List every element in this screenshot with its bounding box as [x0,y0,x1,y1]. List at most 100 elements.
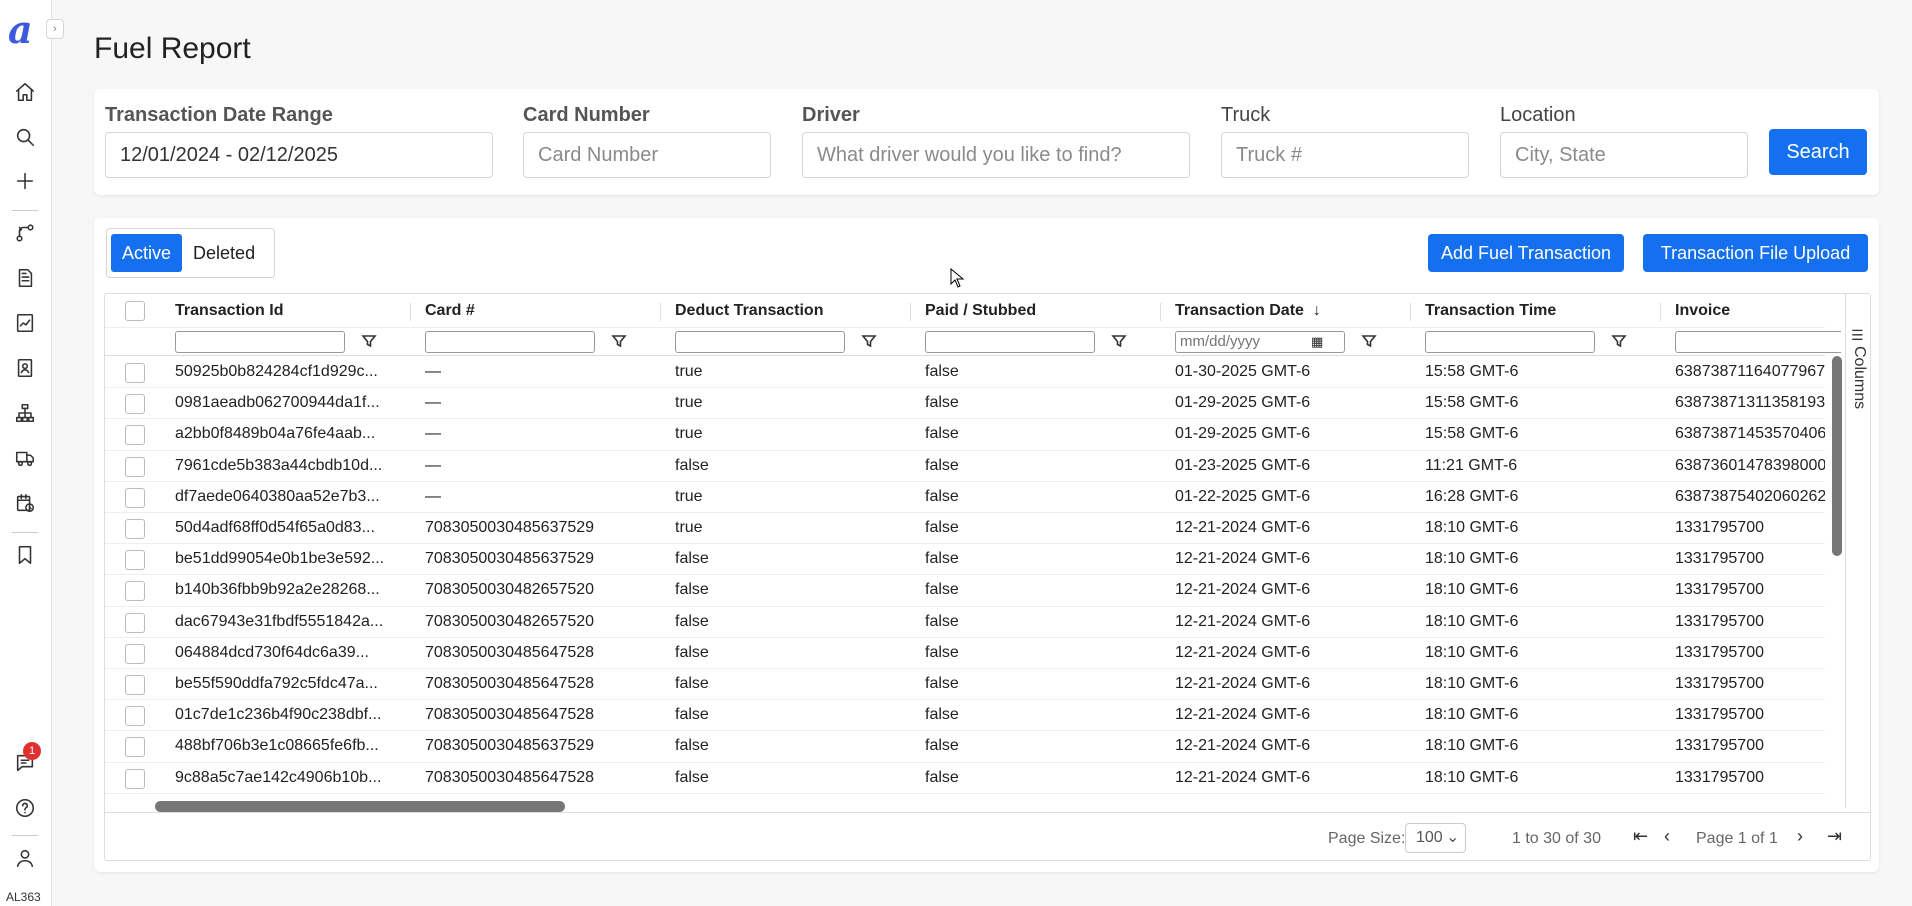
column-filter-input[interactable] [1425,330,1595,353]
card-number-input[interactable] [523,132,771,178]
vertical-scrollbar[interactable] [1832,356,1842,556]
expand-sidebar-button[interactable]: › [46,19,64,39]
home-icon[interactable] [12,79,38,105]
column-header-paid-stubbed[interactable]: Paid / Stubbed [911,294,1161,327]
sort-descending-icon: ↓ [1312,301,1321,319]
column-header-transaction-date[interactable]: Transaction Date ↓ [1161,294,1411,327]
date-range-input[interactable] [105,132,493,178]
user-icon[interactable] [12,845,38,871]
row-checkbox[interactable] [125,425,145,446]
table-row[interactable]: be51dd99054e0b1be3e592... 708305003048563… [105,544,1825,576]
table-row[interactable]: 50d4adf68ff0d54f65a0d83... 70830500304856… [105,513,1825,545]
route-icon[interactable] [12,220,38,246]
row-checkbox[interactable] [125,550,145,571]
plus-icon[interactable] [12,168,38,194]
bookmark-icon[interactable] [12,542,38,568]
table-row[interactable]: 0981aeadb062700944da1f... — true false 01-29… [105,388,1825,420]
column-header-label: Transaction Id [175,301,284,319]
table-row[interactable]: 50925b0b824284cf1d929c... — true false 01-30… [105,357,1825,389]
table-row[interactable]: a2bb0f8489b04a76fe4aab... — true false 01-29… [105,419,1825,451]
table-row[interactable]: 9c88a5c7ae142c4906b10b... 708305003048564… [105,763,1825,794]
filter-icon[interactable] [1611,333,1629,351]
column-filter-input[interactable] [675,330,845,353]
filter-icon[interactable] [361,333,379,351]
search-button[interactable]: Search [1769,129,1867,175]
calendar-icon[interactable]: ▦ [1311,334,1323,350]
report-icon[interactable] [12,310,38,336]
help-icon[interactable] [12,795,38,821]
transaction-file-upload-button[interactable]: Transaction File Upload [1643,234,1868,272]
column-filter-input[interactable] [425,330,595,353]
previous-page-icon[interactable]: ‹ [1664,826,1670,847]
column-filter-input[interactable] [175,330,345,353]
last-page-icon[interactable]: ⇥ [1827,826,1842,847]
table-row[interactable]: 064884dcd730f64dc6a39... 7083050030485647… [105,638,1825,669]
column-header-invoice[interactable]: Invoice [1661,294,1841,327]
column-header-card[interactable]: Card # [411,294,661,327]
document-icon[interactable] [12,265,38,291]
truck-icon[interactable] [12,445,38,471]
table-row[interactable]: 01c7de1c236b4f90c238dbf... 70830500304856… [105,700,1825,732]
account-code: AL363 [6,890,41,904]
table-row[interactable]: dac67943e31fbdf5551842a... 70830500304826… [105,607,1825,638]
cell-paid-stubbed: false [925,706,959,724]
search-icon[interactable] [12,124,38,150]
cell-deduct-transaction: false [675,612,709,630]
row-checkbox[interactable] [125,643,145,664]
row-checkbox[interactable] [125,363,145,383]
cell-transaction-id: dac67943e31fbdf5551842a... [175,612,384,630]
cell-invoice: 1331795700 [1675,550,1764,568]
contacts-icon[interactable] [12,355,38,381]
column-filter-input[interactable] [925,330,1095,353]
location-input[interactable] [1500,132,1748,178]
table-row[interactable]: b140b36fbb9b92a2e28268... 708305003048265… [105,575,1825,607]
row-checkbox[interactable] [125,456,145,477]
column-header-transaction-time[interactable]: Transaction Time [1411,294,1661,327]
row-checkbox[interactable] [125,768,145,789]
table-row[interactable]: 488bf706b3e1c08665fe6fb... 70830500304856… [105,731,1825,763]
page-size-select[interactable]: 100 ⌄ [1405,823,1466,853]
row-checkbox[interactable] [125,737,145,758]
table-row[interactable]: be55f590ddfa792c5fdc47a... 70830500304856… [105,669,1825,701]
cell-transaction-id: be55f590ddfa792c5fdc47a... [175,675,378,693]
org-chart-icon[interactable] [12,400,38,426]
cell-transaction-time: 18:10 GMT-6 [1425,550,1519,568]
column-filter-input[interactable] [1675,330,1841,353]
row-checkbox[interactable] [125,519,145,539]
select-all-checkbox[interactable] [125,301,145,321]
deleted-toggle-button[interactable]: Deleted [182,234,266,272]
row-checkbox[interactable] [125,581,145,602]
brand-logo[interactable]: a [8,10,33,50]
first-page-icon[interactable]: ⇤ [1633,826,1648,847]
truck-input[interactable] [1221,132,1469,178]
driver-input[interactable] [802,132,1190,178]
row-checkbox[interactable] [125,706,145,727]
cell-transaction-id: 488bf706b3e1c08665fe6fb... [175,737,379,755]
column-header-deduct-transaction[interactable]: Deduct Transaction [661,294,911,327]
horizontal-scrollbar[interactable] [155,801,565,812]
cell-paid-stubbed: false [925,737,959,755]
row-checkbox[interactable] [125,394,145,415]
cell-deduct-transaction: true [675,425,703,443]
cell-deduct-transaction: false [675,737,709,755]
filter-icon[interactable] [611,333,629,351]
cell-deduct-transaction: false [675,706,709,724]
driver-label: Driver [802,104,860,126]
filter-icon[interactable] [861,333,879,351]
add-fuel-transaction-button[interactable]: Add Fuel Transaction [1428,234,1624,272]
cell-transaction-date: 12-21-2024 GMT-6 [1175,675,1311,693]
next-page-icon[interactable]: › [1797,826,1803,847]
table-row[interactable]: df7aede0640380aa52e7b3... — true false 01-22… [105,482,1825,513]
row-checkbox[interactable] [125,675,145,695]
row-checkbox[interactable] [125,612,145,633]
row-checkbox[interactable] [125,487,145,508]
column-header-transaction-id[interactable]: Transaction Id [161,294,411,327]
filter-icon[interactable] [1361,333,1379,351]
cell-invoice: 1331795700 [1675,768,1764,786]
filter-icon[interactable] [1111,333,1129,351]
fuel-calendar-icon[interactable] [12,490,38,516]
table-row[interactable]: 7961cde5b383a44cbdb10d... — false false 01-2… [105,451,1825,482]
active-toggle-button[interactable]: Active [111,234,183,272]
columns-side-panel[interactable]: ☰ Columns [1845,294,1870,808]
driver-filter: Driver [802,102,1190,178]
